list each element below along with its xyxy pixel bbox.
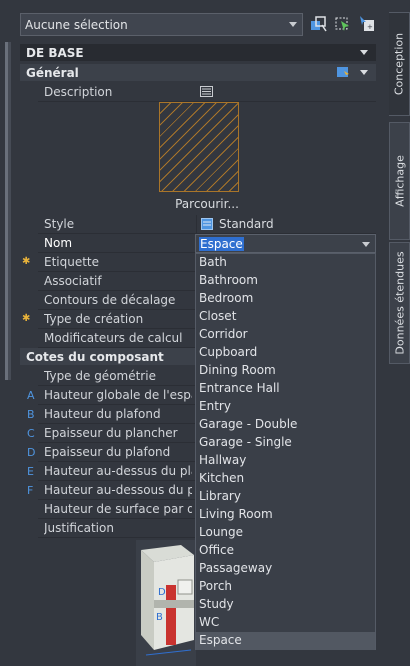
dropdown-option[interactable]: Library: [196, 488, 375, 506]
scrollbar-thumb[interactable]: [5, 42, 8, 380]
toggle-pickadd-icon[interactable]: +: [358, 15, 376, 33]
cotes-row-label: Epaisseur du plancher: [44, 426, 178, 440]
chevron-down-icon[interactable]: [362, 242, 370, 247]
style-value: Standard: [219, 217, 274, 231]
section-general[interactable]: Général: [20, 64, 376, 81]
dimension-letter-b: B: [156, 612, 163, 623]
modificateurs-label: Modificateurs de calcul: [44, 331, 183, 345]
dropdown-option[interactable]: Entry: [196, 398, 375, 416]
dropdown-option[interactable]: Corridor: [196, 326, 375, 344]
style-icon: [201, 218, 213, 230]
cotes-row-label: Justification: [44, 521, 114, 535]
tab-affichage-label: Affichage: [393, 155, 406, 207]
browse-link[interactable]: Parcourir...: [38, 197, 376, 211]
dropdown-option[interactable]: Kitchen: [196, 470, 375, 488]
cotes-row-label: Hauteur globale de l'espa...: [44, 388, 192, 402]
description-label: Description: [44, 85, 113, 99]
dimension-letter: D: [27, 446, 36, 459]
quick-select-icon[interactable]: [336, 65, 350, 79]
tab-affichage[interactable]: Affichage: [389, 122, 410, 240]
cotes-row-label: Hauteur au-dessus du pla...: [44, 464, 192, 478]
required-star-icon: ✱: [22, 256, 31, 267]
cotes-row-label: Hauteur du plafond: [44, 407, 161, 421]
chevron-down-icon: [360, 50, 368, 55]
dropdown-option[interactable]: Hallway: [196, 452, 375, 470]
cotes-row-label: Hauteur de surface par d...: [44, 502, 192, 516]
section-general-title: Général: [26, 66, 79, 80]
associatif-label: Associatif: [44, 274, 102, 288]
type-creation-label: Type de création: [44, 312, 144, 326]
style-label: Style: [44, 217, 75, 231]
section-base-title: DE BASE: [26, 46, 84, 60]
tab-conception-label: Conception: [392, 32, 406, 96]
text-edit-icon[interactable]: [200, 86, 213, 97]
required-star-icon: ✱: [22, 313, 31, 324]
tab-donnees-etendues[interactable]: Données étendues: [389, 242, 410, 364]
selection-dropdown[interactable]: Aucune sélection: [20, 13, 303, 36]
dimension-letter: E: [27, 465, 34, 478]
tab-donnees-etendues-label: Données étendues: [393, 251, 406, 355]
row-description[interactable]: Description: [38, 83, 376, 102]
dimension-letter: F: [27, 484, 34, 497]
selection-value: Aucune sélection: [25, 18, 128, 32]
contours-label: Contours de décalage: [44, 293, 176, 307]
select-objects-icon[interactable]: [334, 15, 352, 33]
nom-label: Nom: [44, 236, 73, 250]
dimension-letter-d: D: [158, 587, 166, 598]
cotes-row-label: Hauteur au-dessous du p...: [44, 483, 192, 497]
dropdown-option[interactable]: Office: [196, 542, 375, 560]
dimension-letter: C: [27, 427, 35, 440]
dropdown-option[interactable]: Porch: [196, 578, 375, 596]
dropdown-option[interactable]: Garage - Single: [196, 434, 375, 452]
section-base[interactable]: DE BASE: [20, 44, 376, 61]
dropdown-option[interactable]: Garage - Double: [196, 416, 375, 434]
dropdown-option[interactable]: Bath: [196, 254, 375, 272]
hatch-preview: [159, 102, 239, 192]
component-dimension-image: D B: [136, 540, 196, 666]
cotes-row-label: Epaisseur du plafond: [44, 445, 171, 459]
dimension-letter: A: [27, 389, 35, 402]
chevron-down-icon: [289, 22, 297, 27]
dropdown-option[interactable]: Passageway: [196, 560, 375, 578]
dropdown-option[interactable]: Living Room: [196, 506, 375, 524]
chevron-down-icon: [360, 70, 368, 75]
nom-input-value[interactable]: Espace: [199, 237, 244, 251]
dropdown-option[interactable]: Lounge: [196, 524, 375, 542]
dropdown-option[interactable]: WC: [196, 614, 375, 632]
section-cotes-title: Cotes du composant: [26, 350, 164, 364]
nom-dropdown-list[interactable]: Bath Bathroom Bedroom Closet Corridor Cupboar…: [195, 253, 376, 650]
dropdown-option[interactable]: Cupboard: [196, 344, 375, 362]
dropdown-option[interactable]: Bedroom: [196, 290, 375, 308]
quick-select-icon[interactable]: [310, 15, 328, 33]
nom-combobox[interactable]: Espace: [195, 234, 376, 253]
row-style[interactable]: Style Standard: [38, 215, 376, 234]
dimension-letter: B: [27, 408, 35, 421]
dropdown-option[interactable]: Entrance Hall: [196, 380, 375, 398]
cotes-row-label: Type de géométrie: [44, 369, 156, 383]
dropdown-option[interactable]: Dining Room: [196, 362, 375, 380]
svg-text:+: +: [367, 23, 373, 31]
dropdown-option[interactable]: Bathroom: [196, 272, 375, 290]
tab-conception[interactable]: Conception: [389, 12, 410, 116]
etiquette-label: Etiquette: [44, 255, 100, 269]
dropdown-option[interactable]: Closet: [196, 308, 375, 326]
dropdown-option[interactable]: Study: [196, 596, 375, 614]
dropdown-option[interactable]: Espace: [196, 632, 375, 650]
